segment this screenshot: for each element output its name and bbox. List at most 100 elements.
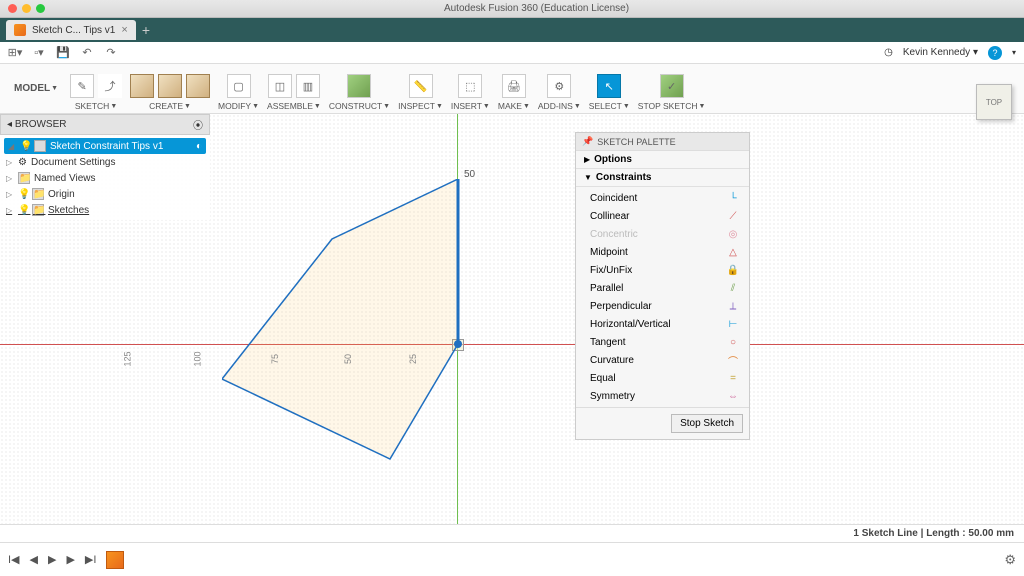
print-icon[interactable]: 🖨 <box>502 74 526 98</box>
maximize-icon[interactable] <box>36 4 45 13</box>
fillet-icon[interactable]: ▢ <box>227 74 251 98</box>
close-tab-icon[interactable]: × <box>121 24 127 36</box>
constraint-equal[interactable]: Equal= <box>576 369 749 387</box>
timeline-play-icon[interactable]: ▶ <box>48 553 56 566</box>
fixunfix-icon: 🔒 <box>727 264 739 276</box>
save-icon[interactable]: 💾 <box>56 46 70 60</box>
redo-icon[interactable]: ↷ <box>104 46 118 60</box>
browser-panel: ◂ BROWSER ⦿ ◢💡 Sketch Constraint Tips v1… <box>0 114 210 220</box>
app-title: Autodesk Fusion 360 (Education License) <box>57 3 1016 14</box>
ribbon-construct[interactable]: CONSTRUCT▼ <box>325 64 394 113</box>
status-bar: 1 Sketch Line | Length : 50.00 mm <box>0 524 1024 542</box>
user-menu[interactable]: Kevin Kennedy ▾ <box>903 47 978 58</box>
recent-icon[interactable]: ◷ <box>884 47 893 58</box>
view-cube[interactable]: TOP <box>976 84 1012 120</box>
sketch-geometry[interactable] <box>222 179 482 479</box>
ribbon-select[interactable]: ↖ SELECT▼ <box>585 64 634 113</box>
ribbon-sketch[interactable]: ✎⤴ SKETCH▼ <box>66 64 126 113</box>
pin-icon[interactable]: ⦿ <box>193 117 203 132</box>
ribbon-create[interactable]: CREATE▼ <box>126 64 214 113</box>
ribbon-stop-sketch[interactable]: ✓ STOP SKETCH▼ <box>634 64 710 113</box>
collinear-icon: ⟋ <box>727 210 739 222</box>
select-icon[interactable]: ↖ <box>597 74 621 98</box>
ruler-tick: 125 <box>123 351 133 366</box>
midpoint-icon: △ <box>727 246 739 258</box>
undo-icon[interactable]: ↶ <box>80 46 94 60</box>
measure-icon[interactable]: 📏 <box>409 74 433 98</box>
insert-icon[interactable]: ⬚ <box>458 74 482 98</box>
constraint-coincident[interactable]: Coincident└ <box>576 189 749 207</box>
ribbon-inspect[interactable]: 📏 INSPECT▼ <box>394 64 447 113</box>
stop-sketch-button[interactable]: Stop Sketch <box>671 414 743 433</box>
ribbon-insert[interactable]: ⬚ INSERT▼ <box>447 64 494 113</box>
timeline-prev-icon[interactable]: ◀ <box>30 553 38 566</box>
equal-icon: = <box>727 372 739 384</box>
timeline-settings-icon[interactable]: ⚙ <box>1004 552 1016 568</box>
sketch-palette: 📌 SKETCH PALETTE ▶Options ▼Constraints C… <box>575 132 750 440</box>
palette-header[interactable]: 📌 SKETCH PALETTE <box>576 133 749 151</box>
perpendicular-icon: ⟂ <box>727 300 739 312</box>
horizontalvertical-icon: ⊢ <box>727 318 739 330</box>
close-icon[interactable] <box>8 4 17 13</box>
constraint-parallel[interactable]: Parallel⫽ <box>576 279 749 297</box>
ribbon-make[interactable]: 🖨 MAKE▼ <box>494 64 534 113</box>
palette-constraints-section[interactable]: ▼Constraints <box>576 169 749 187</box>
timeline-feature-sketch[interactable] <box>106 551 124 569</box>
box-icon[interactable] <box>130 74 154 98</box>
browser-header[interactable]: ◂ BROWSER ⦿ <box>0 114 210 135</box>
constraint-fixunfix[interactable]: Fix/UnFix🔒 <box>576 261 749 279</box>
ribbon-assemble[interactable]: ◫▥ ASSEMBLE▼ <box>263 64 325 113</box>
new-tab-button[interactable]: + <box>142 22 150 38</box>
line-icon[interactable]: ⤴ <box>98 74 122 98</box>
help-icon[interactable]: ? <box>988 46 1002 60</box>
constraint-perpendicular[interactable]: Perpendicular⟂ <box>576 297 749 315</box>
ribbon-modify[interactable]: ▢ MODIFY▼ <box>214 64 263 113</box>
grid-menu-icon[interactable]: ⊞▾ <box>8 46 22 60</box>
fusion-icon <box>14 24 26 36</box>
browser-item-origin[interactable]: ▷💡📁Origin <box>0 186 210 202</box>
addins-icon[interactable]: ⚙ <box>547 74 571 98</box>
palette-options-section[interactable]: ▶Options <box>576 151 749 169</box>
browser-root[interactable]: ◢💡 Sketch Constraint Tips v1 ◐ <box>4 138 206 154</box>
tab-label: Sketch C... Tips v1 <box>32 25 115 36</box>
timeline-bar: I◀ ◀ ▶ ▶ ▶I ⚙ <box>0 542 1024 576</box>
constraint-concentric[interactable]: Concentric◎ <box>576 225 749 243</box>
plane-icon[interactable] <box>347 74 371 98</box>
status-info: 1 Sketch Line | Length : 50.00 mm <box>853 528 1014 539</box>
document-tabbar: Sketch C... Tips v1 × + <box>0 18 1024 42</box>
tangent-icon: ○ <box>727 336 739 348</box>
sketch-icon[interactable]: ✎ <box>70 74 94 98</box>
timeline-end-icon[interactable]: ▶I <box>85 553 97 566</box>
constraint-midpoint[interactable]: Midpoint△ <box>576 243 749 261</box>
extrude-icon[interactable] <box>158 74 182 98</box>
window-controls[interactable] <box>8 4 45 13</box>
constraint-collinear[interactable]: Collinear⟋ <box>576 207 749 225</box>
stop-sketch-icon[interactable]: ✓ <box>660 74 684 98</box>
dimension-label[interactable]: 50 <box>464 169 475 180</box>
browser-item-views[interactable]: ▷📁Named Views <box>0 170 210 186</box>
coincident-icon: └ <box>727 192 739 204</box>
browser-item-sketches[interactable]: ▷💡📁Sketches <box>0 202 210 218</box>
ribbon-addins[interactable]: ⚙ ADD-INS▼ <box>534 64 585 113</box>
canvas-viewport[interactable]: 50 125 100 75 50 25 ◂ BROWSER ⦿ ◢💡 Sketc… <box>0 114 1024 542</box>
document-tab[interactable]: Sketch C... Tips v1 × <box>6 20 136 40</box>
ruler-tick: 50 <box>343 354 353 364</box>
timeline-start-icon[interactable]: I◀ <box>8 553 20 566</box>
browser-item-settings[interactable]: ▷⚙Document Settings <box>0 155 210 170</box>
revolve-icon[interactable] <box>186 74 210 98</box>
curvature-icon: ⌒ <box>727 354 739 366</box>
constraint-symmetry[interactable]: Symmetry⇔ <box>576 387 749 405</box>
constraint-curvature[interactable]: Curvature⌒ <box>576 351 749 369</box>
joint-icon[interactable]: ◫ <box>268 74 292 98</box>
pin-icon[interactable]: 📌 <box>582 136 593 147</box>
ribbon-toolbar: MODEL ▼ ✎⤴ SKETCH▼ CREATE▼ ▢ MODIFY▼ ◫▥ … <box>0 64 1024 114</box>
quick-access-bar: ⊞▾ ▫▾ 💾 ↶ ↷ ◷ Kevin Kennedy ▾ ?▾ <box>0 42 1024 64</box>
timeline-next-icon[interactable]: ▶ <box>66 553 74 566</box>
ruler-tick: 25 <box>408 354 418 364</box>
constraint-horizontalvertical[interactable]: Horizontal/Vertical⊢ <box>576 315 749 333</box>
workspace-switcher[interactable]: MODEL ▼ <box>6 64 66 113</box>
minimize-icon[interactable] <box>22 4 31 13</box>
file-icon[interactable]: ▫▾ <box>32 46 46 60</box>
constraint-tangent[interactable]: Tangent○ <box>576 333 749 351</box>
assemble-icon[interactable]: ▥ <box>296 74 320 98</box>
